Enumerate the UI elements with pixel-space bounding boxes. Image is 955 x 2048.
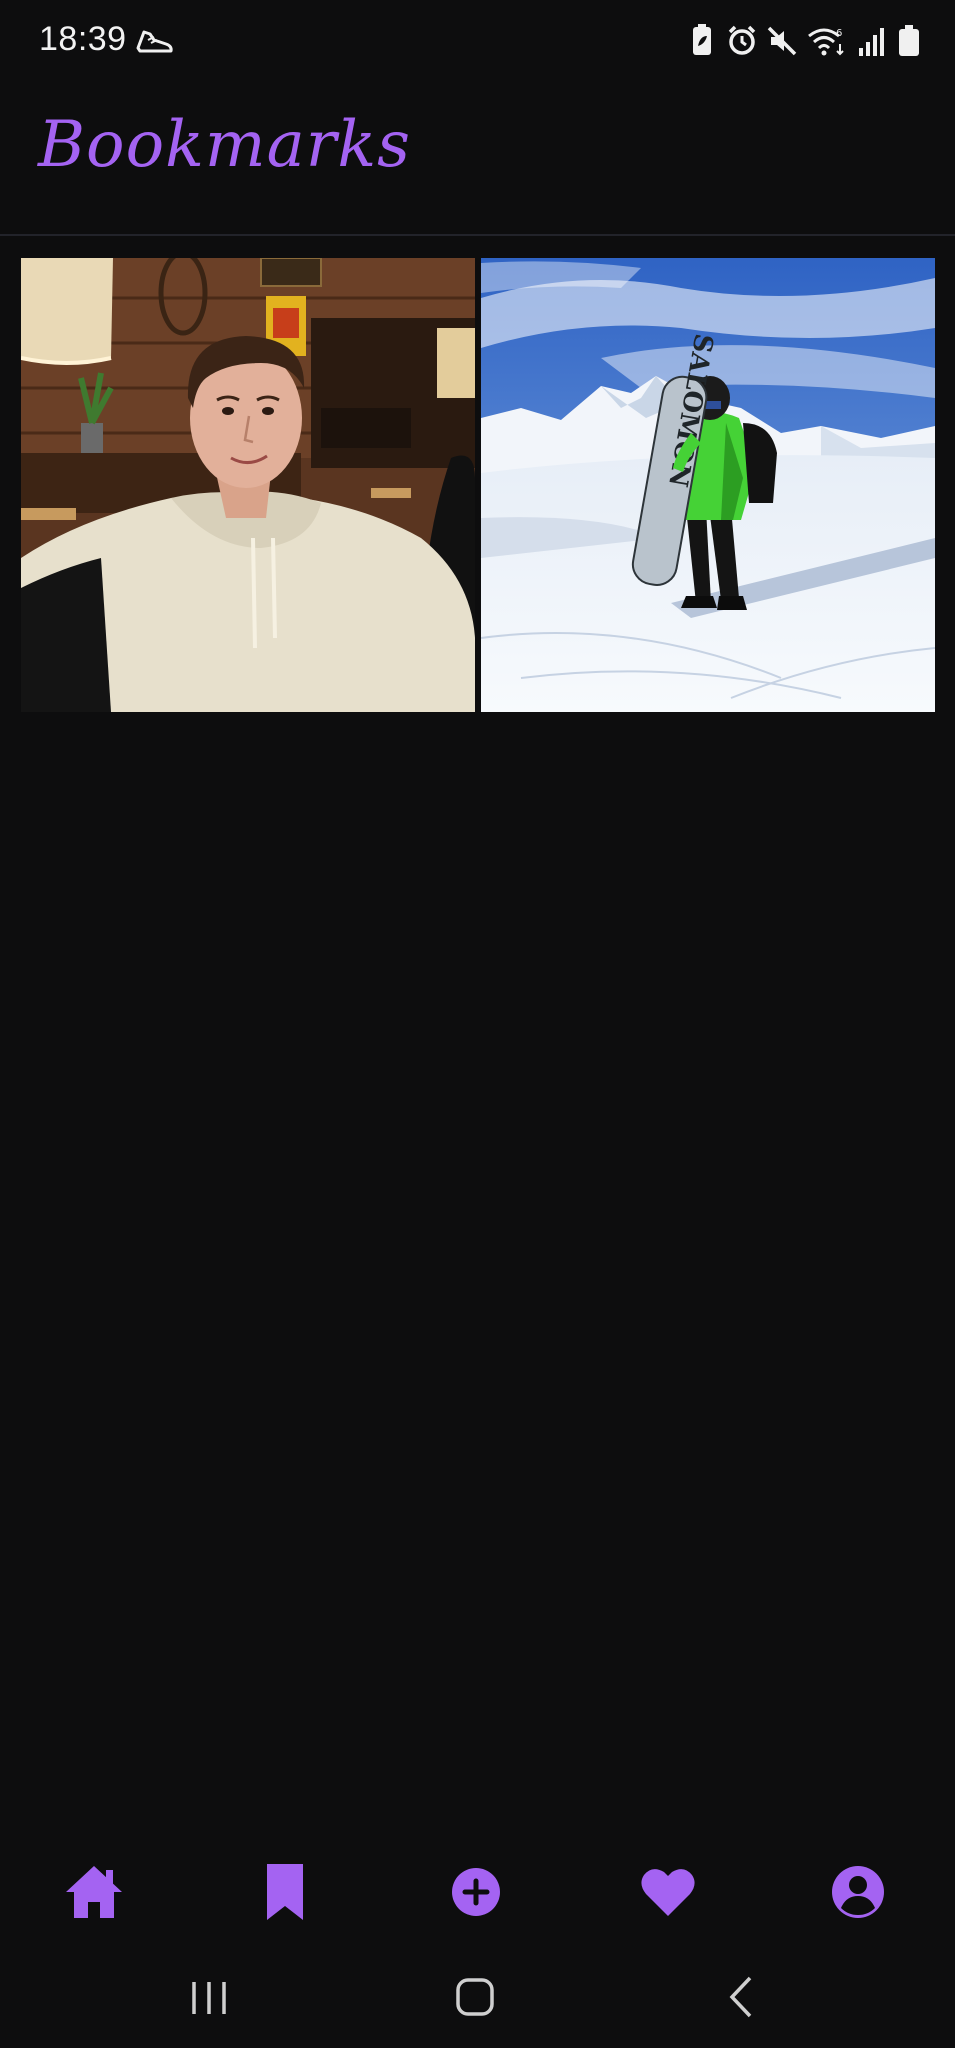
signal-icon: [859, 28, 884, 56]
system-nav: [0, 1942, 955, 2048]
nav-add[interactable]: [446, 1862, 506, 1922]
battery-saver-icon: [693, 24, 711, 55]
bottom-nav: [0, 1832, 955, 1942]
alarm-icon: [728, 25, 756, 55]
wifi-6-icon: 6: [808, 28, 844, 56]
back-icon: [729, 1976, 752, 2018]
add-circle-icon: [452, 1868, 500, 1916]
home-icon: [66, 1866, 122, 1918]
recents-icon: [192, 1982, 226, 2014]
home-circle-icon: [456, 1978, 494, 2016]
svg-text:6: 6: [836, 28, 842, 39]
bookmark-tile-snowboard-mountain[interactable]: SALOMON: [481, 258, 935, 712]
nav-bookmarks[interactable]: [255, 1862, 315, 1922]
nav-home[interactable]: [64, 1862, 124, 1922]
back-button[interactable]: [718, 1972, 768, 2022]
running-shoe-icon: [136, 30, 173, 53]
bookmark-icon: [267, 1864, 303, 1920]
page-title: Bookmarks: [38, 108, 411, 182]
heart-icon: [641, 1869, 695, 1916]
mute-icon: [767, 26, 797, 56]
nav-favorites[interactable]: [638, 1862, 698, 1922]
profile-icon: [832, 1866, 884, 1918]
recents-button[interactable]: [184, 1972, 234, 2022]
photo-restaurant-portrait: [21, 258, 475, 712]
status-time: 18:39: [39, 20, 127, 58]
bookmark-tile-restaurant-portrait[interactable]: [21, 258, 475, 712]
app-header: Bookmarks: [0, 82, 955, 236]
photo-snowboard-mountain: SALOMON: [481, 258, 935, 712]
status-icons: 6: [687, 22, 921, 60]
battery-icon: [899, 25, 919, 56]
home-button[interactable]: [450, 1972, 500, 2022]
nav-profile[interactable]: [828, 1862, 888, 1922]
bookmark-grid: SALOMON: [21, 258, 935, 712]
status-bar: 18:39 6: [0, 0, 955, 82]
